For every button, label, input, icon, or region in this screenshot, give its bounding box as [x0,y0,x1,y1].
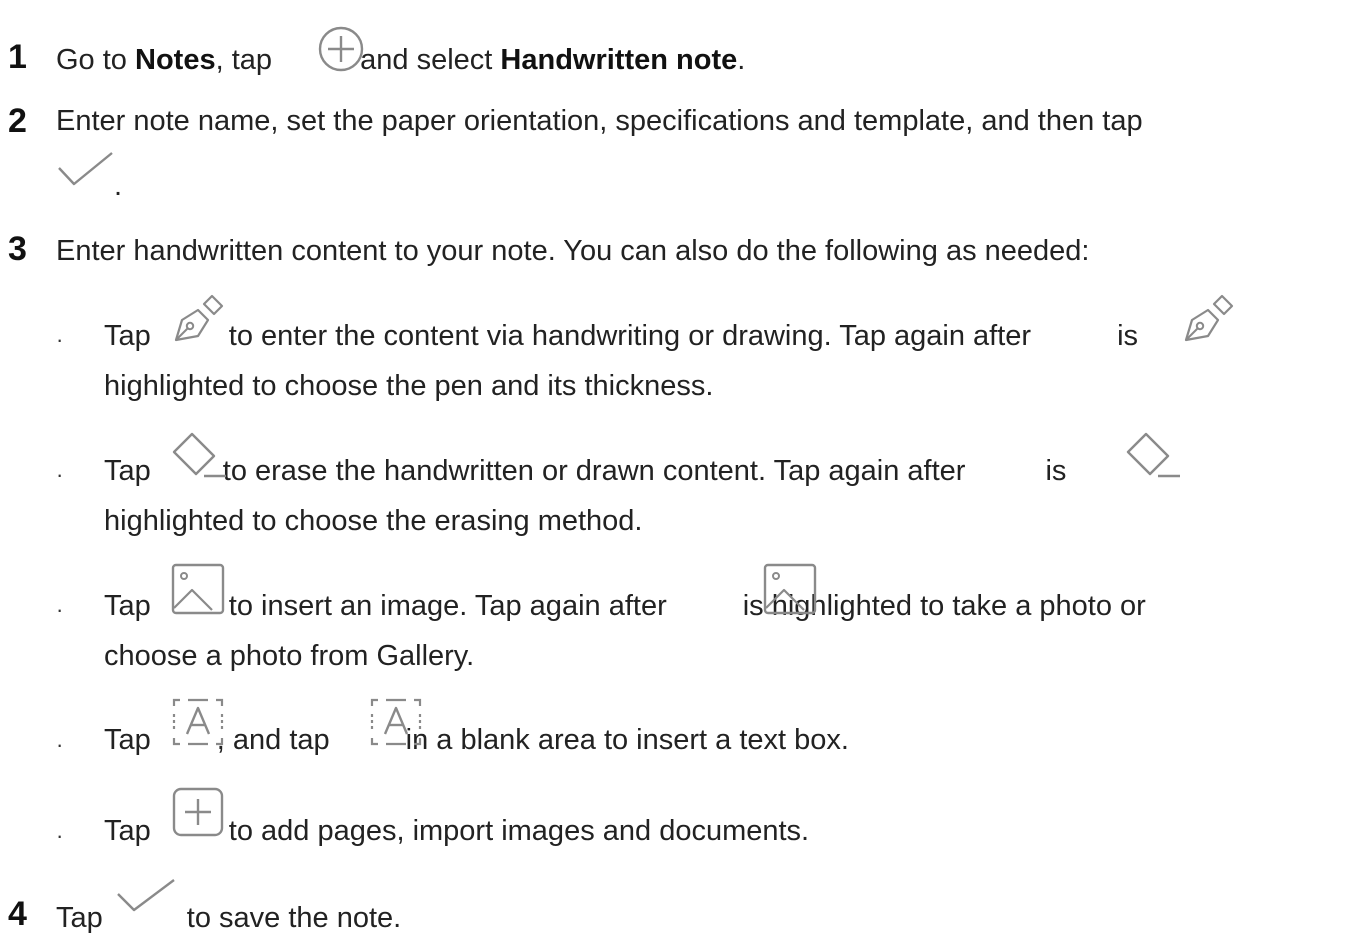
bullet-marker: · [56,327,64,352]
pen-icon [1180,292,1236,346]
text: Go to [56,44,135,76]
step-text: Enter note name, set the paper orientati… [56,105,1143,137]
text-box-icon [368,696,426,750]
step-number: 1 [8,38,27,76]
text: , and tap [216,724,330,756]
step-text: Tap to save the note. [56,900,401,936]
text: in a blank area to insert a text box. [405,724,849,756]
eraser-icon [1122,430,1184,486]
step-text: Enter handwritten content to your note. … [56,235,1090,267]
text: . [737,44,746,76]
eraser-icon [168,430,230,486]
step-number: 4 [8,895,27,933]
text: Tap [56,902,103,934]
step-text: Go to Notes, tap and select Handwritten … [56,42,745,78]
image-icon [170,562,228,618]
bullet-text-line2: choose a photo from Gallery. [104,640,475,672]
text: and select [352,44,501,76]
text: is [1045,455,1067,487]
pen-icon [170,292,226,346]
image-icon [762,562,820,618]
text: to insert an image. Tap again after [228,590,667,622]
period: . [114,170,123,202]
text-box-icon [170,696,228,750]
step-number: 3 [8,230,27,268]
checkmark-icon [114,878,178,918]
circle-plus-icon [312,24,370,74]
text: Tap [104,320,151,352]
bullet-text: Tap to erase the handwritten or drawn con… [104,453,1066,489]
text: to add pages, import images and document… [228,815,810,847]
text: Tap [104,455,151,487]
text: to enter the content via handwriting or … [228,320,1032,352]
text: , tap [215,44,281,76]
option-handwritten-note: Handwritten note [500,44,738,76]
bullet-marker: · [56,597,64,622]
text: to save the note. [186,902,402,934]
bullet-text-line2: highlighted to choose the erasing method… [104,505,643,537]
text: is [1117,320,1139,352]
text: Tap [104,590,151,622]
checkmark-icon [56,150,116,190]
bullet-marker: · [56,732,64,757]
text: Tap [104,724,151,756]
bullet-marker: · [56,462,64,487]
bullet-text: Tap to insert an image. Tap again after is… [104,588,1146,624]
text: Tap [104,815,151,847]
menu-notes: Notes [135,44,216,76]
bullet-text-line2: highlighted to choose the pen and its th… [104,370,714,402]
step-number: 2 [8,102,27,140]
bullet-marker: · [56,823,64,848]
text: to erase the handwritten or drawn conten… [222,455,966,487]
bullet-text: Tap to enter the content via handwriting … [104,318,1138,354]
add-page-icon [170,785,228,841]
